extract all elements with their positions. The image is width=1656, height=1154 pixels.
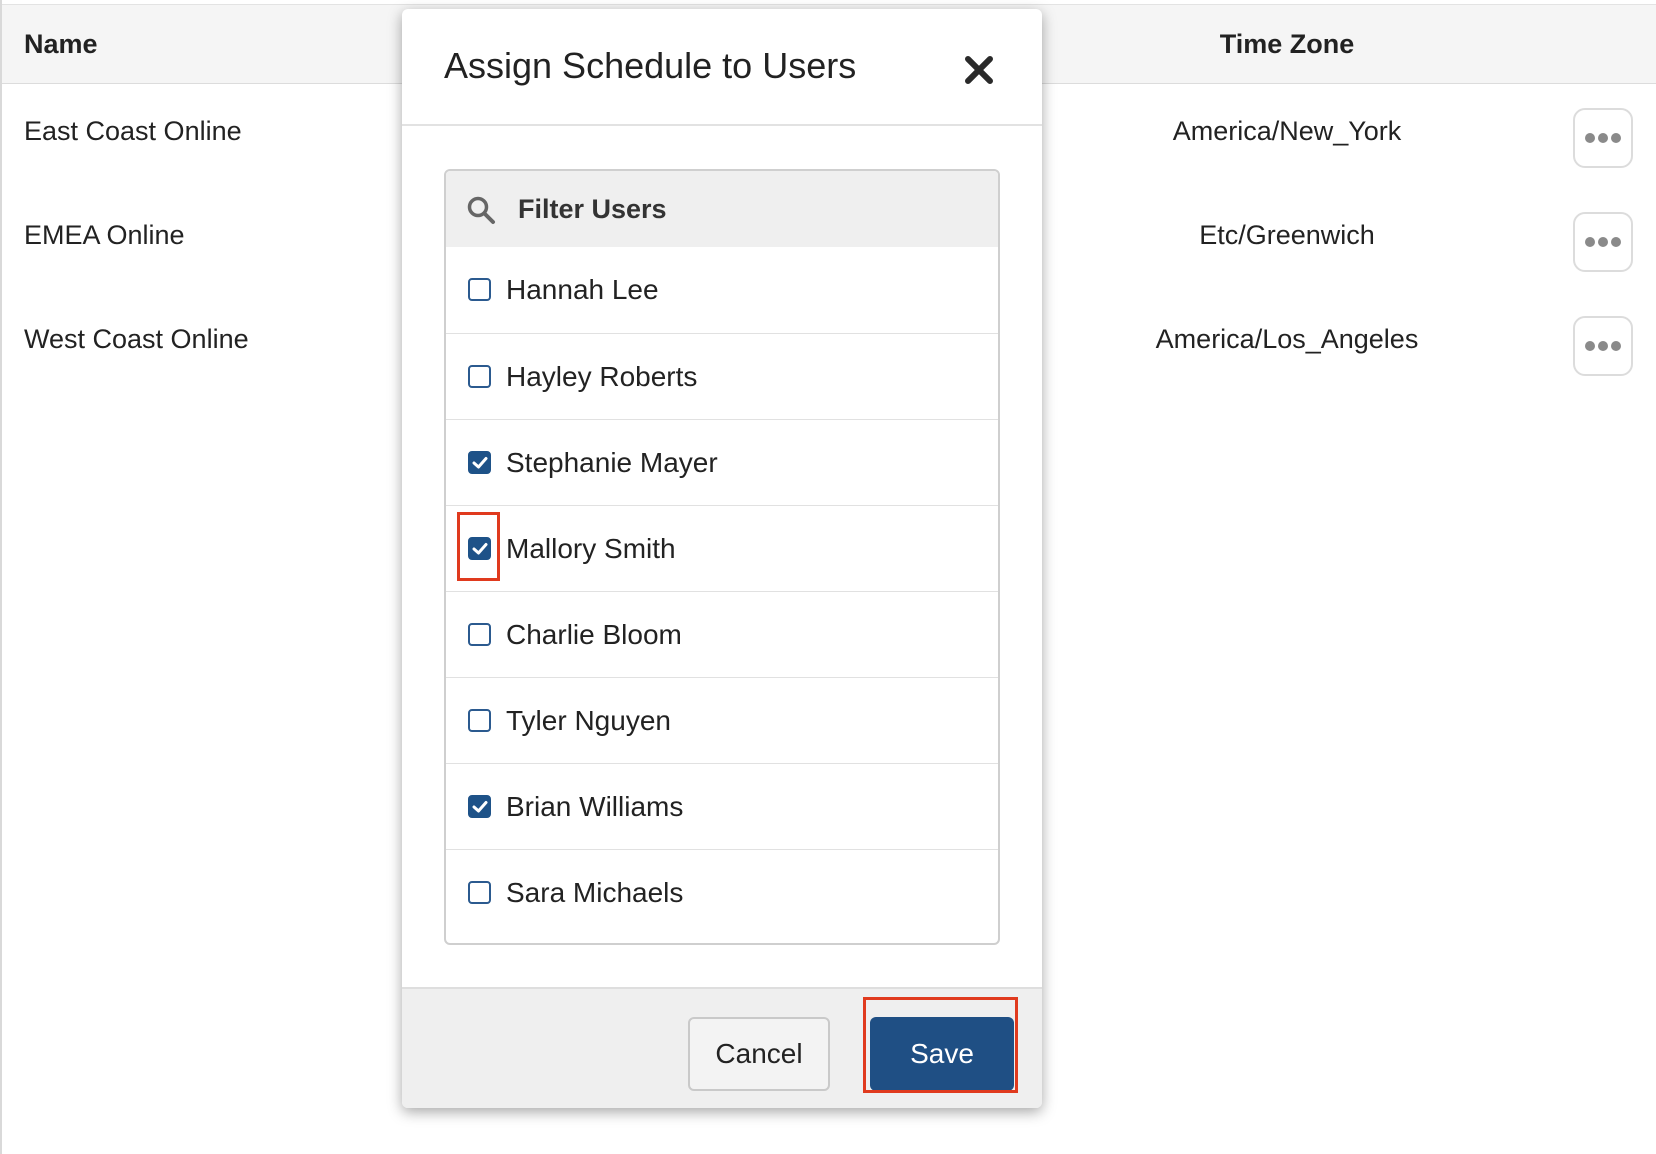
user-list-item[interactable]: Hayley Roberts [446, 333, 998, 419]
user-list-item[interactable]: Brian Williams [446, 763, 998, 849]
schedule-name: West Coast Online [24, 324, 249, 354]
user-list-item[interactable]: Sara Michaels [446, 849, 998, 935]
user-name: Stephanie Mayer [506, 447, 718, 478]
user-name: Sara Michaels [506, 877, 684, 908]
user-name: Brian Williams [506, 791, 684, 822]
user-list-item[interactable]: Stephanie Mayer [446, 419, 998, 505]
highlight-box-save [863, 997, 1018, 1093]
user-name: Charlie Bloom [506, 619, 682, 650]
schedule-time-zone: America/New_York [1172, 116, 1402, 146]
user-list-item[interactable]: Tyler Nguyen [446, 677, 998, 763]
modal-title: Assign Schedule to Users [444, 45, 857, 86]
schedule-time-zone: Etc/Greenwich [1199, 220, 1375, 250]
user-name: Mallory Smith [506, 533, 676, 564]
schedule-time-zone: America/Los_Angeles [1155, 324, 1419, 354]
schedule-name: EMEA Online [24, 220, 185, 250]
user-name: Hayley Roberts [506, 361, 698, 392]
checkbox-unchecked[interactable] [468, 365, 491, 388]
checkbox-unchecked[interactable] [468, 623, 491, 646]
user-list-item[interactable]: Charlie Bloom [446, 591, 998, 677]
filter-bar [446, 171, 998, 247]
checkbox-unchecked[interactable] [468, 709, 491, 732]
row-actions-button[interactable] [1573, 212, 1633, 272]
modal-header: Assign Schedule to Users [402, 9, 1042, 126]
user-name: Tyler Nguyen [506, 705, 671, 736]
close-icon[interactable] [962, 53, 996, 87]
checkbox-checked[interactable] [468, 795, 491, 818]
more-horizontal-icon [1585, 133, 1621, 143]
schedule-name: East Coast Online [24, 116, 242, 146]
search-icon [467, 196, 495, 224]
column-header-time-zone[interactable]: Time Zone [1172, 29, 1402, 60]
cancel-button[interactable]: Cancel [688, 1017, 830, 1091]
filter-users-input[interactable] [510, 185, 980, 233]
more-horizontal-icon [1585, 341, 1621, 351]
check-icon [472, 457, 488, 469]
row-actions-button[interactable] [1573, 316, 1633, 376]
user-list-item[interactable]: Hannah Lee [446, 247, 998, 333]
check-icon [472, 801, 488, 813]
column-header-name[interactable]: Name [24, 29, 98, 60]
checkbox-unchecked[interactable] [468, 881, 491, 904]
user-list: Hannah Lee Hayley Roberts Stephanie Mayer M… [444, 169, 1000, 945]
user-name: Hannah Lee [506, 274, 659, 305]
user-list-item[interactable]: Mallory Smith [446, 505, 998, 591]
checkbox-checked[interactable] [468, 451, 491, 474]
more-horizontal-icon [1585, 237, 1621, 247]
row-actions-button[interactable] [1573, 108, 1633, 168]
highlight-box-checkbox [457, 512, 500, 581]
checkbox-unchecked[interactable] [468, 278, 491, 301]
